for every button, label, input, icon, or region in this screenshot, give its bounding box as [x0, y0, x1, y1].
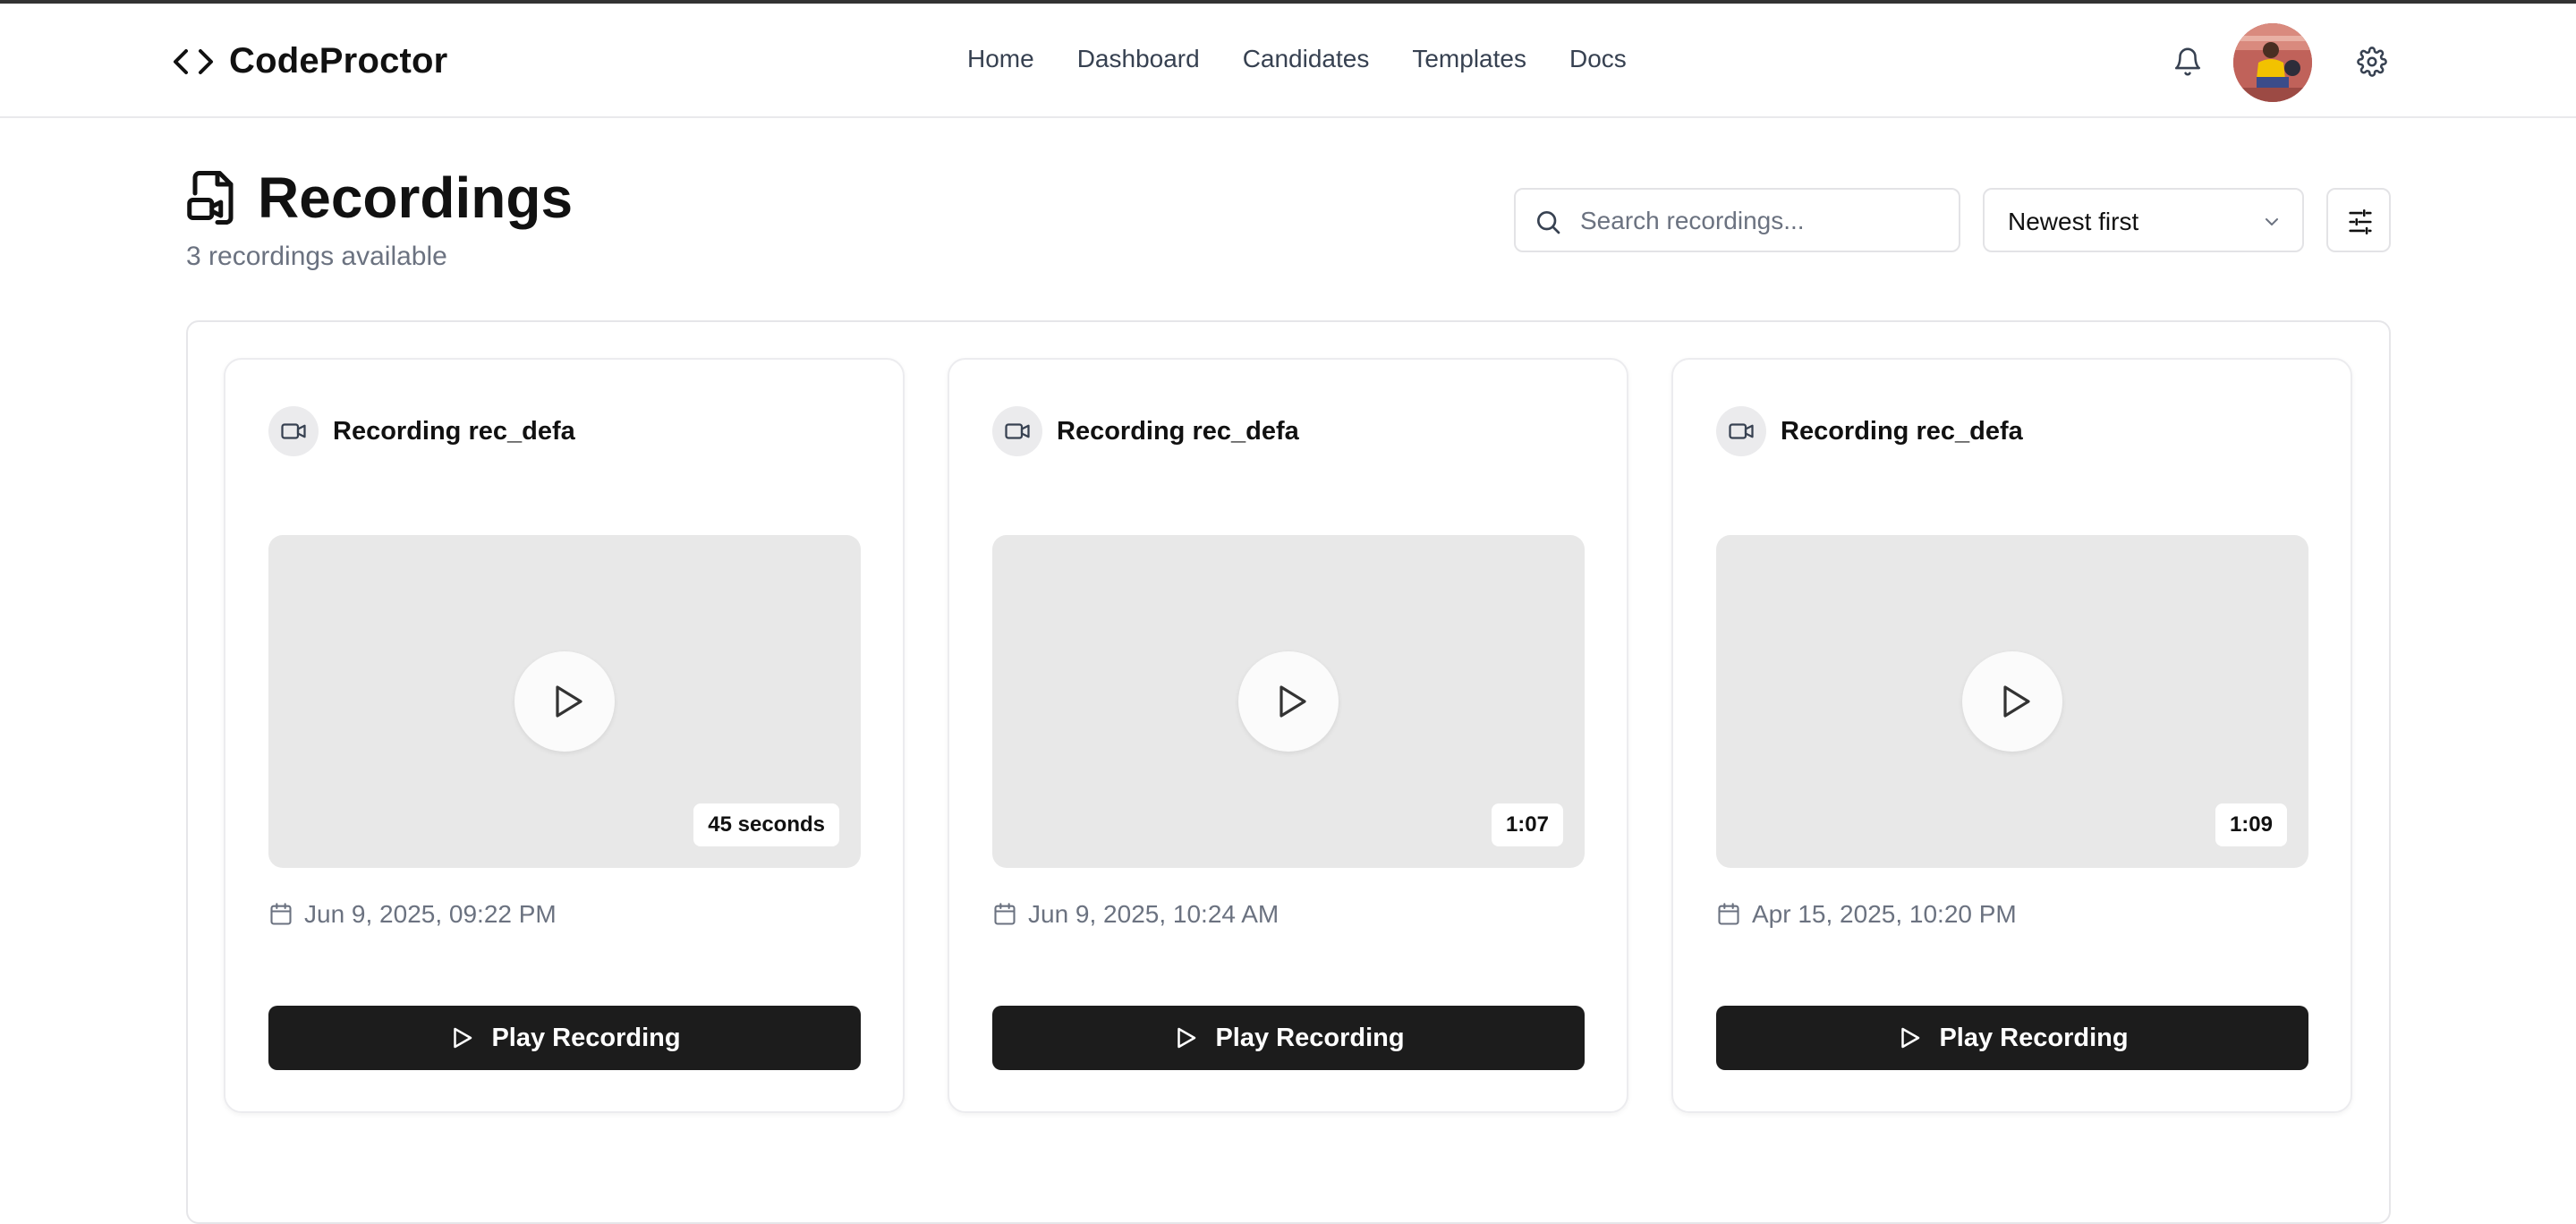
- sort-value: Newest first: [2008, 208, 2139, 235]
- nav-dashboard[interactable]: Dashboard: [1077, 45, 1200, 73]
- recording-date-text: Jun 9, 2025, 10:24 AM: [1028, 900, 1279, 928]
- calendar-icon: [994, 903, 1016, 925]
- duration-badge: 45 seconds: [693, 803, 839, 846]
- play-icon: [2003, 685, 2030, 718]
- video-camera-icon: [1005, 423, 1030, 439]
- recording-date: Jun 9, 2025, 10:24 AM: [992, 900, 1279, 929]
- play-recording-button[interactable]: Play Recording: [1716, 1006, 2308, 1070]
- play-recording-label: Play Recording: [491, 1023, 681, 1052]
- filter-button[interactable]: [2326, 188, 2391, 252]
- calendar-icon: [1718, 903, 1739, 925]
- duration-badge: 1:07: [1491, 803, 1563, 846]
- card-header: Recording rec_defa: [1716, 406, 2023, 456]
- card-header: Recording rec_defa: [992, 406, 1299, 456]
- top-navbar: CodeProctor Home Dashboard Candidates Te…: [0, 4, 2576, 118]
- thumbnail-play-button[interactable]: [1238, 651, 1339, 752]
- video-camera-icon: [281, 423, 306, 439]
- recording-title: Recording rec_defa: [1057, 416, 1299, 446]
- file-video-icon: [187, 171, 234, 225]
- video-camera-icon: [1729, 423, 1754, 439]
- avatar-image: [2233, 23, 2312, 102]
- recordings-count: 3 recordings available: [186, 242, 447, 271]
- video-thumbnail[interactable]: 45 seconds: [268, 535, 861, 868]
- thumbnail-play-button[interactable]: [1962, 651, 2062, 752]
- recording-card: Recording rec_defa 1:07 Jun 9, 2025, 10:…: [948, 358, 1628, 1113]
- chevron-down-icon: [2266, 218, 2278, 225]
- video-thumbnail[interactable]: 1:09: [1716, 535, 2308, 868]
- duration-badge: 1:09: [2215, 803, 2287, 846]
- code-brackets-icon: [174, 48, 213, 74]
- recording-title: Recording rec_defa: [333, 416, 575, 446]
- recording-date: Apr 15, 2025, 10:20 PM: [1716, 900, 2017, 929]
- search-input[interactable]: [1580, 204, 1938, 238]
- video-thumbnail[interactable]: 1:07: [992, 535, 1585, 868]
- main-nav: Home Dashboard Candidates Templates Docs: [967, 45, 1670, 73]
- video-camera-badge: [992, 406, 1042, 456]
- avatar[interactable]: [2233, 23, 2312, 102]
- recording-date: Jun 9, 2025, 09:22 PM: [268, 900, 557, 929]
- gear-icon[interactable]: [2357, 47, 2387, 77]
- thumbnail-play-button[interactable]: [514, 651, 615, 752]
- play-icon: [454, 1027, 472, 1049]
- page-title: Recordings: [258, 166, 574, 230]
- card-header: Recording rec_defa: [268, 406, 575, 456]
- play-recording-label: Play Recording: [1215, 1023, 1405, 1052]
- nav-home[interactable]: Home: [967, 45, 1034, 73]
- nav-candidates[interactable]: Candidates: [1243, 45, 1370, 73]
- play-recording-button[interactable]: Play Recording: [268, 1006, 861, 1070]
- play-icon: [556, 685, 582, 718]
- bell-icon[interactable]: [2172, 47, 2203, 77]
- page-header: Recordings: [186, 165, 573, 231]
- play-recording-button[interactable]: Play Recording: [992, 1006, 1585, 1070]
- play-icon: [1279, 685, 1306, 718]
- play-recording-label: Play Recording: [1939, 1023, 2129, 1052]
- search-box: [1514, 188, 1960, 252]
- brand-logo[interactable]: CodeProctor: [172, 41, 447, 81]
- recording-card: Recording rec_defa 1:09 Apr 15, 2025, 10…: [1671, 358, 2352, 1113]
- sort-select[interactable]: Newest first: [1983, 188, 2304, 252]
- recording-card: Recording rec_defa 45 seconds Jun 9, 202…: [224, 358, 905, 1113]
- brand-name: CodeProctor: [229, 41, 448, 81]
- calendar-icon: [270, 903, 292, 925]
- recording-title: Recording rec_defa: [1781, 416, 2023, 446]
- play-icon: [1177, 1027, 1196, 1049]
- nav-templates[interactable]: Templates: [1412, 45, 1526, 73]
- video-camera-badge: [268, 406, 319, 456]
- recording-date-text: Apr 15, 2025, 10:20 PM: [1752, 900, 2017, 928]
- play-icon: [1901, 1027, 1920, 1049]
- nav-docs[interactable]: Docs: [1569, 45, 1627, 73]
- recording-date-text: Jun 9, 2025, 09:22 PM: [304, 900, 557, 928]
- sliders-icon: [2349, 208, 2372, 235]
- video-camera-badge: [1716, 406, 1766, 456]
- search-icon: [1537, 211, 1560, 234]
